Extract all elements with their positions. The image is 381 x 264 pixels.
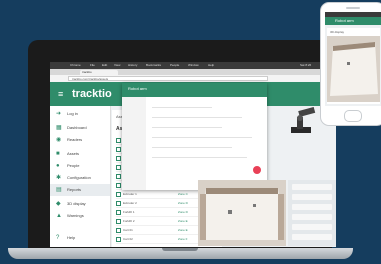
row-name: Forklift 2 <box>123 219 135 223</box>
sidebar-item-label: Warnings <box>67 213 84 218</box>
gear-icon: ✱ <box>56 175 62 181</box>
menu-icon[interactable]: ≡ <box>58 90 63 99</box>
tile[interactable] <box>292 204 332 210</box>
row-link[interactable]: Zone F <box>178 237 188 241</box>
row-link[interactable]: Zone D <box>178 210 188 214</box>
sidebar-item-help[interactable]: ? Help <box>50 232 110 244</box>
sidebar-item-label: People <box>67 163 80 168</box>
row-link[interactable]: Zone C <box>178 192 188 196</box>
row-checkbox[interactable] <box>116 237 121 242</box>
tile-list <box>288 180 336 246</box>
sidebar-item-reports[interactable]: ▤ Reports <box>50 184 110 196</box>
menu-help[interactable]: Help <box>208 63 214 67</box>
sidebar-item-label: Readers <box>67 137 83 142</box>
sidebar-item-label: Reports <box>67 187 82 192</box>
asset-icon: ■ <box>56 151 60 157</box>
menu-edit[interactable]: Edit <box>102 63 107 67</box>
row-checkbox[interactable] <box>116 156 121 161</box>
row-checkbox[interactable] <box>116 210 121 215</box>
sidebar-item-people[interactable]: ● People <box>50 160 110 172</box>
sidebar-item-readers[interactable]: ◉ Readers <box>50 134 110 146</box>
os-menu-bar: Chrome File Edit View History Bookmarks … <box>50 62 336 69</box>
sidebar-item-label: Assets <box>67 151 80 156</box>
row-name: Extruder 2 <box>123 201 137 205</box>
sidebar-item-label: Configuration <box>67 175 91 180</box>
detail-dialog: Robot arm <box>122 83 267 190</box>
divider <box>152 127 222 128</box>
sidebar-item-label: Log in <box>67 111 78 116</box>
clock: Sat 8:26 <box>300 63 312 67</box>
dialog-header: Robot arm <box>122 83 267 97</box>
phone-speaker <box>346 7 360 9</box>
row-name: Forklift 1 <box>123 210 135 214</box>
phone-card[interactable]: 3D display <box>327 28 380 104</box>
row-link[interactable]: Zone E <box>178 219 188 223</box>
phone-home-button[interactable] <box>344 110 362 122</box>
sidebar-item-configuration[interactable]: ✱ Configuration <box>50 172 110 184</box>
menu-view[interactable]: View <box>114 63 120 67</box>
divider <box>152 117 242 118</box>
robot-arm-image <box>291 107 316 133</box>
menu-bookmarks[interactable]: Bookmarks <box>146 63 161 67</box>
add-button[interactable] <box>253 166 261 174</box>
warning-icon: ▲ <box>56 213 62 219</box>
3d-floor-view[interactable] <box>198 180 286 246</box>
menu-chrome[interactable]: Chrome <box>70 63 81 67</box>
row-link[interactable]: Zone E <box>178 228 188 232</box>
app-logo: tracktio <box>72 88 112 100</box>
row-link[interactable]: Zone D <box>178 201 188 205</box>
tile[interactable] <box>292 184 332 190</box>
sidebar-item-warnings[interactable]: ▲ Warnings <box>50 210 110 222</box>
sidebar-item-assets[interactable]: ■ Assets <box>50 148 110 160</box>
row-checkbox[interactable] <box>116 228 121 233</box>
menu-file[interactable]: File <box>90 63 95 67</box>
row-checkbox[interactable] <box>116 219 121 224</box>
phone-3d-view[interactable] <box>327 36 380 102</box>
divider <box>152 107 212 108</box>
divider <box>152 137 252 138</box>
laptop-notch <box>162 248 198 251</box>
menu-people[interactable]: People <box>170 63 179 67</box>
menu-history[interactable]: History <box>128 63 137 67</box>
phone-screen: Robot arm 3D display <box>325 12 381 106</box>
sidebar: ➜ Log in ▦ Dashboard ◉ Readers ■ Assets ● Peo… <box>50 106 111 247</box>
row-checkbox[interactable] <box>116 183 121 188</box>
tile[interactable] <box>292 214 332 220</box>
reader-icon: ◉ <box>56 137 62 143</box>
tile[interactable] <box>292 234 332 240</box>
row-checkbox[interactable] <box>116 192 121 197</box>
sidebar-item-label: 3D display <box>67 201 86 206</box>
row-checkbox[interactable] <box>116 138 121 143</box>
tile[interactable] <box>292 224 332 230</box>
dialog-title: Robot arm <box>128 86 147 91</box>
dashboard-icon: ▦ <box>56 125 62 131</box>
row-name: Cart 02 <box>123 237 133 241</box>
sidebar-item-label: Dashboard <box>67 125 87 130</box>
sidebar-item-login[interactable]: ➜ Log in <box>50 108 110 120</box>
row-checkbox[interactable] <box>116 147 121 152</box>
row-name: Extruder 1 <box>123 192 137 196</box>
menu-window[interactable]: Window <box>188 63 199 67</box>
phone-title: Robot arm <box>335 18 354 23</box>
phone-card-label: 3D display <box>330 30 345 34</box>
row-name: Cart 01 <box>123 228 133 232</box>
sidebar-item-label: Help <box>67 235 76 240</box>
row-checkbox[interactable] <box>116 201 121 206</box>
sidebar-item-3d-display[interactable]: ◆ 3D display <box>50 198 110 210</box>
report-icon: ▤ <box>56 187 62 193</box>
help-icon: ? <box>56 235 60 241</box>
row-checkbox[interactable] <box>116 165 121 170</box>
sidebar-item-dashboard[interactable]: ▦ Dashboard <box>50 122 110 134</box>
divider <box>152 157 247 158</box>
row-checkbox[interactable] <box>116 174 121 179</box>
divider <box>152 147 232 148</box>
tile[interactable] <box>292 194 332 200</box>
cube-icon: ◆ <box>56 201 61 207</box>
people-icon: ● <box>56 163 60 169</box>
dialog-sidebar <box>122 97 146 190</box>
login-icon: ➜ <box>56 111 62 117</box>
url-input[interactable]: tracktio.com/tracktio/assets <box>68 76 268 81</box>
